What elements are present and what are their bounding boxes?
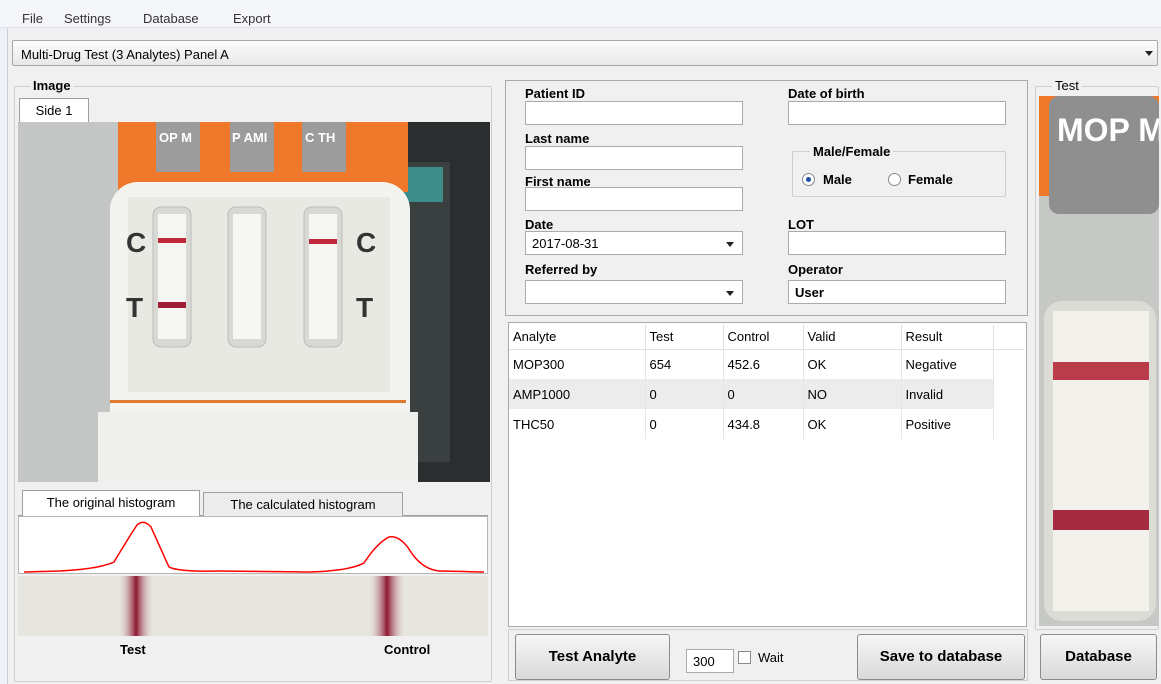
cell-filler [993, 409, 1025, 439]
date-picker[interactable]: 2017-08-31 [525, 231, 743, 255]
test-analyte-button[interactable]: Test Analyte [515, 634, 670, 680]
gender-group-title: Male/Female [810, 144, 894, 159]
menu-database[interactable]: Database [143, 11, 199, 26]
female-radio-label: Female [908, 172, 953, 187]
date-label: Date [525, 217, 554, 232]
male-radio[interactable] [802, 173, 815, 186]
operator-input[interactable]: User [788, 280, 1006, 304]
cap-label: C TH [305, 130, 335, 145]
marker-c-right: C [356, 227, 376, 258]
column-header[interactable]: Control [723, 325, 804, 350]
column-header[interactable]: Test [645, 325, 724, 350]
patient-id-input[interactable] [525, 101, 743, 125]
test-strip-image: MOP M [1039, 96, 1159, 626]
cell-test: 0 [645, 379, 724, 409]
table-row[interactable]: MOP300 654 452.6 OK Negative [509, 349, 1025, 379]
test-cassette-image: OP M P AMI C TH C T C T [18, 122, 490, 482]
cell-analyte: AMP1000 [509, 379, 646, 409]
image-group-title: Image [30, 78, 74, 93]
cap-label: OP M [159, 130, 192, 145]
column-header[interactable]: Valid [803, 325, 902, 350]
operator-label: Operator [788, 262, 843, 277]
menu-bar: File Settings Database Export [0, 0, 1161, 28]
cell-filler [993, 349, 1025, 379]
cell-valid: OK [803, 349, 902, 379]
chevron-down-icon [726, 242, 734, 247]
female-radio[interactable] [888, 173, 901, 186]
panel-select-value: Multi-Drug Test (3 Analytes) Panel A [21, 47, 229, 62]
panel-select[interactable]: Multi-Drug Test (3 Analytes) Panel A [12, 40, 1158, 66]
chevron-down-icon [726, 291, 734, 296]
menu-export[interactable]: Export [233, 11, 271, 26]
histogram-plot [18, 516, 488, 574]
table-row[interactable]: AMP1000 0 0 NO Invalid [509, 379, 1025, 409]
referred-by-label: Referred by [525, 262, 598, 277]
strip-zoom-image [18, 576, 488, 636]
cell-control: 0 [723, 379, 804, 409]
cell-valid: OK [803, 409, 902, 439]
date-of-birth-input[interactable] [788, 101, 1006, 125]
table-row[interactable]: THC50 0 434.8 OK Positive [509, 409, 1025, 439]
test-group-title: Test [1052, 78, 1082, 93]
cell-control: 434.8 [723, 409, 804, 439]
marker-t-right: T [356, 292, 373, 323]
lot-input[interactable] [788, 231, 1006, 255]
male-radio-label: Male [823, 172, 852, 187]
cell-test: 654 [645, 349, 724, 379]
window-edge [0, 0, 8, 684]
patient-id-label: Patient ID [525, 86, 585, 101]
cell-result: Negative [901, 349, 994, 379]
cell-result: Positive [901, 409, 994, 439]
marker-t-left: T [126, 292, 143, 323]
strip-cap-label: MOP M [1057, 112, 1159, 148]
column-header[interactable]: Result [901, 325, 994, 350]
column-header[interactable]: Analyte [509, 325, 646, 350]
first-name-input[interactable] [525, 187, 743, 211]
database-button[interactable]: Database [1040, 634, 1157, 680]
date-value: 2017-08-31 [532, 236, 599, 251]
chevron-down-icon [1145, 51, 1153, 56]
wait-checkbox[interactable] [738, 651, 751, 664]
column-header-filler [993, 325, 1025, 350]
tab-calculated-histogram[interactable]: The calculated histogram [203, 492, 403, 516]
cell-analyte: MOP300 [509, 349, 646, 379]
cap-label: P AMI [232, 130, 267, 145]
cell-filler [993, 379, 1025, 409]
last-name-input[interactable] [525, 146, 743, 170]
tab-original-histogram[interactable]: The original histogram [22, 490, 200, 516]
date-of-birth-label: Date of birth [788, 86, 865, 101]
lot-label: LOT [788, 217, 814, 232]
cell-result: Invalid [901, 379, 994, 409]
histogram-label-test: Test [120, 642, 146, 657]
referred-by-select[interactable] [525, 280, 743, 304]
save-to-database-button[interactable]: Save to database [857, 634, 1025, 680]
wait-seconds-input[interactable]: 300 [686, 649, 734, 673]
tab-side-1[interactable]: Side 1 [19, 98, 89, 123]
histogram-label-control: Control [384, 642, 431, 657]
results-table: Analyte Test Control Valid Result MOP300… [509, 325, 1025, 439]
cell-test: 0 [645, 409, 724, 439]
cell-valid: NO [803, 379, 902, 409]
marker-c-left: C [126, 227, 146, 258]
cell-analyte: THC50 [509, 409, 646, 439]
menu-settings[interactable]: Settings [64, 11, 111, 26]
last-name-label: Last name [525, 131, 590, 146]
wait-label: Wait [758, 650, 784, 665]
cell-control: 452.6 [723, 349, 804, 379]
histogram-curve [23, 521, 485, 573]
menu-file[interactable]: File [22, 11, 43, 26]
